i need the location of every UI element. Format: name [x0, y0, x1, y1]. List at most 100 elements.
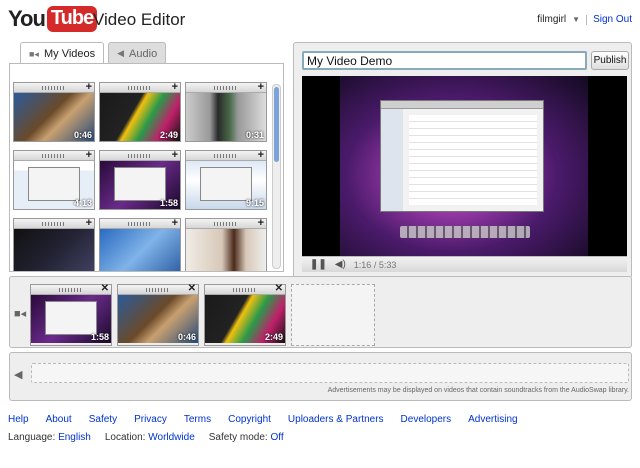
footer-preferences: Language: English Location: Worldwide Sa… [8, 432, 284, 443]
add-clip-icon[interactable]: + [258, 81, 264, 93]
add-clip-icon[interactable]: + [258, 149, 264, 161]
clip-drag-handle[interactable]: + [186, 81, 266, 93]
youtube-logo[interactable]: You Tube [8, 5, 98, 33]
clip-drag-handle[interactable]: ✕ [118, 283, 198, 295]
grip-icon [42, 222, 66, 226]
footer-link-about[interactable]: About [46, 414, 72, 425]
grip-icon [42, 154, 66, 158]
library-clip[interactable]: +1:58 [99, 149, 181, 210]
clip-drag-handle[interactable]: + [100, 149, 180, 161]
add-clip-icon[interactable]: + [86, 217, 92, 229]
footer-link-advertising[interactable]: Advertising [468, 414, 517, 425]
footer-link-privacy[interactable]: Privacy [134, 414, 167, 425]
clip-drag-handle[interactable]: + [186, 149, 266, 161]
library-scrollbar[interactable] [272, 84, 281, 269]
timeline-clip[interactable]: ✕ 0:46 [117, 283, 199, 346]
video-player[interactable]: ❚❚ ◀) 1:16 / 5:33 [302, 76, 627, 272]
clip-thumbnail: 0:31 [186, 93, 266, 141]
add-clip-icon[interactable]: + [86, 81, 92, 93]
footer-link-help[interactable]: Help [8, 414, 29, 425]
remove-clip-icon[interactable]: ✕ [275, 283, 283, 294]
tab-audio[interactable]: ◀ Audio [108, 42, 167, 64]
clip-thumbnail [186, 229, 266, 271]
grip-icon [146, 288, 170, 292]
grip-icon [59, 288, 83, 292]
grip-icon [128, 222, 152, 226]
clip-thumbnail: 1:58 [31, 295, 111, 343]
clip-drag-handle[interactable]: ✕ [205, 283, 285, 295]
add-clip-icon[interactable]: + [258, 217, 264, 229]
audioswap-notice: Advertisements may be displayed on video… [327, 387, 629, 394]
clip-drag-handle[interactable]: + [100, 217, 180, 229]
audio-timeline: ◀ Advertisements may be displayed on vid… [9, 352, 632, 401]
tab-my-videos[interactable]: ■◂ My Videos [20, 42, 105, 65]
location-link[interactable]: Worldwide [148, 432, 195, 443]
logo-you-text: You [8, 6, 46, 31]
library-clip[interactable]: +2:49 [99, 81, 181, 142]
library-clip[interactable]: +9:15 [185, 149, 267, 210]
preview-panel: Publish ❚❚ ◀) 1:16 / 5:33 [293, 42, 632, 279]
page-title: Video Editor [93, 10, 186, 29]
grip-icon [214, 222, 238, 226]
grip-icon [128, 86, 152, 90]
clip-drop-zone[interactable] [291, 284, 375, 346]
volume-icon[interactable]: ◀) [335, 259, 346, 270]
clip-thumbnail: 0:46 [14, 93, 94, 141]
library-clip[interactable]: + [99, 217, 181, 271]
timeline-clip[interactable]: ✕ 1:58 [30, 283, 112, 346]
language-link[interactable]: English [58, 432, 91, 443]
video-library-grid: +0:46 +2:49 +0:31 +4:13 +1:58 +9:15 + + + [13, 81, 271, 271]
clip-thumbnail: 0:46 [118, 295, 198, 343]
add-clip-icon[interactable]: + [86, 149, 92, 161]
user-name-dropdown[interactable]: filmgirl [537, 14, 566, 25]
clip-duration: 0:46 [177, 332, 196, 342]
library-clip[interactable]: +0:31 [185, 81, 267, 142]
grip-icon [42, 86, 66, 90]
language-setting: Language: English [8, 432, 91, 443]
clip-duration: 1:58 [159, 198, 178, 208]
logo-tube-text: Tube [46, 6, 98, 32]
clip-thumbnail: 2:49 [100, 93, 180, 141]
remove-clip-icon[interactable]: ✕ [188, 283, 196, 294]
add-clip-icon[interactable]: + [172, 149, 178, 161]
remove-clip-icon[interactable]: ✕ [101, 283, 109, 294]
divider [586, 14, 588, 25]
clip-drag-handle[interactable]: + [100, 81, 180, 93]
user-menu: filmgirl ▼ Sign Out [537, 14, 632, 25]
add-clip-icon[interactable]: + [172, 81, 178, 93]
scrollbar-thumb[interactable] [274, 87, 279, 162]
clip-thumbnail [100, 229, 180, 271]
clip-thumbnail [14, 229, 94, 271]
library-clip[interactable]: + [13, 217, 95, 271]
clip-drag-handle[interactable]: + [186, 217, 266, 229]
library-clip[interactable]: +4:13 [13, 149, 95, 210]
safety-mode-link[interactable]: Off [270, 432, 283, 443]
clip-drag-handle[interactable]: + [14, 149, 94, 161]
library-clip[interactable]: +0:46 [13, 81, 95, 142]
video-camera-icon: ■◂ [14, 308, 27, 320]
clip-duration: 2:49 [264, 332, 283, 342]
video-title-input[interactable] [302, 51, 587, 70]
chevron-down-icon[interactable]: ▼ [572, 15, 580, 24]
add-clip-icon[interactable]: + [172, 217, 178, 229]
footer-link-safety[interactable]: Safety [89, 414, 117, 425]
player-controls: ❚❚ ◀) 1:16 / 5:33 [302, 256, 627, 272]
library-clip[interactable]: + [185, 217, 267, 271]
location-setting: Location: Worldwide [104, 432, 195, 443]
clip-drag-handle[interactable]: + [14, 81, 94, 93]
video-timeline: ■◂ ✕ 1:58 ✕ 0:46 ✕ 2:49 [9, 276, 632, 348]
pause-icon[interactable]: ❚❚ [310, 259, 327, 270]
footer-link-uploaders-partners[interactable]: Uploaders & Partners [288, 414, 384, 425]
footer-link-copyright[interactable]: Copyright [228, 414, 271, 425]
footer-link-terms[interactable]: Terms [184, 414, 211, 425]
publish-button[interactable]: Publish [591, 51, 629, 70]
footer-link-developers[interactable]: Developers [401, 414, 452, 425]
tab-label: My Videos [43, 48, 96, 60]
audio-drop-zone[interactable] [31, 363, 629, 383]
clip-drag-handle[interactable]: ✕ [31, 283, 111, 295]
clip-drag-handle[interactable]: + [14, 217, 94, 229]
timeline-clip[interactable]: ✕ 2:49 [204, 283, 286, 346]
sign-out-link[interactable]: Sign Out [593, 14, 632, 25]
time-display: 1:16 / 5:33 [353, 259, 397, 270]
grip-icon [214, 86, 238, 90]
